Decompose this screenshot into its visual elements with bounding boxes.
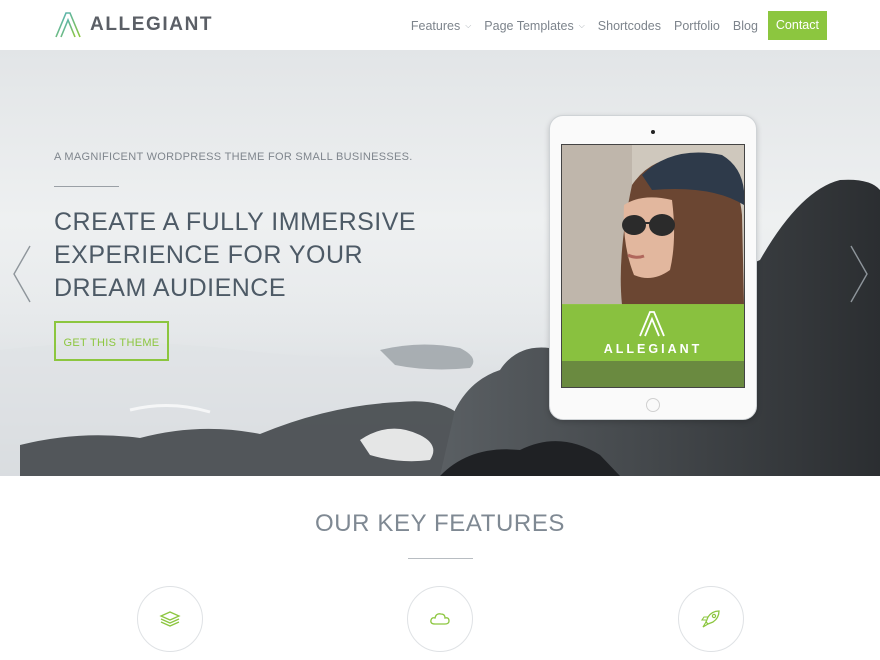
logo[interactable]: ALLEGIANT (54, 11, 213, 39)
tablet-home-button (646, 398, 660, 412)
nav-item-label: Features (410, 18, 461, 33)
layers-icon (159, 611, 181, 627)
nav-item-blog[interactable]: Blog (733, 19, 758, 33)
chevron-right-icon[interactable] (849, 245, 869, 303)
brand-name: ALLEGIANT (90, 14, 214, 35)
nav-item-features[interactable]: Features ⌵ (411, 19, 471, 33)
screen-brand-text: ALLEGIANT (603, 342, 703, 356)
nav-item-label: Page Templates (484, 18, 574, 33)
nav-item-label: Portfolio (674, 18, 720, 33)
nav-item-label: Shortcodes (597, 18, 662, 33)
chevron-down-icon: ⌵ (578, 20, 585, 30)
hero-tagline: A MAGNIFICENT WORDPRESS THEME FOR SMALL … (54, 151, 413, 163)
nav-item-shortcodes[interactable]: Shortcodes (598, 19, 661, 33)
cloud-icon (430, 613, 450, 625)
feature-item-rocket (678, 586, 744, 652)
rocket-icon (700, 610, 720, 628)
tablet-mockup: ALLEGIANT (549, 115, 757, 420)
features-heading: OUR KEY FEATURES (314, 510, 566, 537)
nav-item-label: Blog (732, 18, 758, 33)
site-header: ALLEGIANT Features ⌵ Page Templates ⌵ Sh… (0, 0, 880, 51)
chevron-left-icon[interactable] (12, 245, 32, 303)
chevron-down-icon: ⌵ (465, 20, 472, 30)
nav-item-page-templates[interactable]: Page Templates ⌵ (484, 19, 585, 33)
feature-item-layers (137, 586, 203, 652)
nav-item-portfolio[interactable]: Portfolio (674, 19, 720, 33)
allegiant-logo-icon (55, 12, 81, 38)
get-this-theme-button[interactable]: GET THIS THEME (54, 321, 169, 361)
hero-slider: A MAGNIFICENT WORDPRESS THEME FOR SMALL … (0, 50, 880, 476)
tablet-camera (651, 130, 655, 134)
feature-item-cloud (407, 586, 473, 652)
allegiant-logo-icon (639, 311, 665, 337)
contact-button[interactable]: Contact (767, 11, 827, 40)
hero-headline: CREATE A FULLY IMMERSIVE EXPERIENCE FOR … (54, 208, 417, 302)
main-nav: Features ⌵ Page Templates ⌵ Shortcodes P… (398, 11, 827, 40)
features-divider (408, 558, 473, 559)
tagline-divider (54, 186, 119, 187)
tablet-screen: ALLEGIANT (561, 144, 745, 388)
